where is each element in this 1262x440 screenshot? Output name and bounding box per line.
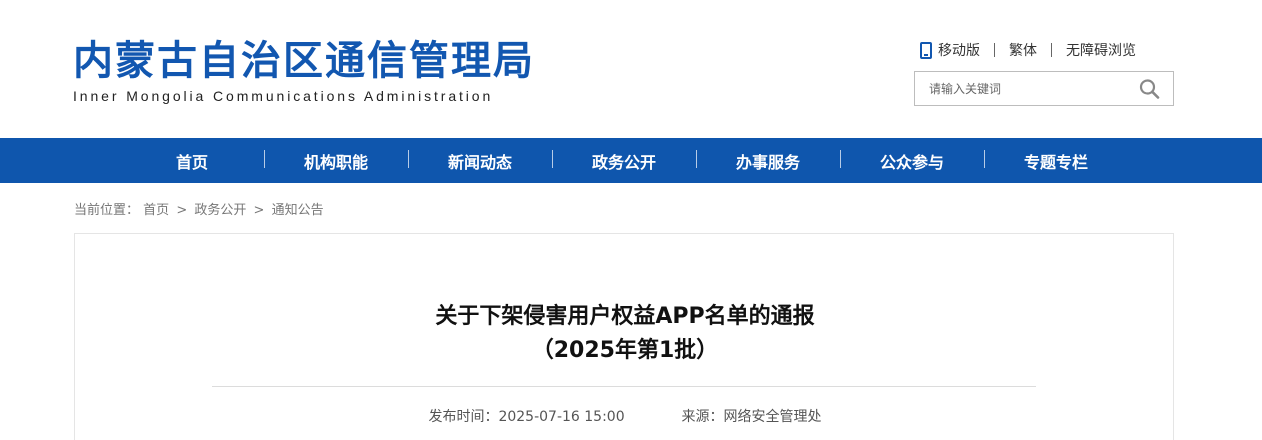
site-title[interactable]: 内蒙古自治区通信管理局 — [73, 36, 535, 86]
article-meta: 发布时间：2025-07-16 15:00 来源：网络安全管理处 — [75, 406, 1175, 426]
header: 内蒙古自治区通信管理局 Inner Mongolia Communication… — [0, 0, 1262, 138]
publish-label: 发布时间： — [428, 409, 499, 425]
main-nav: 首页 机构职能 新闻动态 政务公开 办事服务 公众参与 专题专栏 — [0, 138, 1262, 183]
breadcrumb-home[interactable]: 首页 — [143, 203, 169, 218]
nav-item-functions[interactable]: 机构职能 — [264, 149, 408, 173]
source-value: 网络安全管理处 — [723, 409, 822, 425]
search-icon — [1139, 79, 1160, 99]
divider — [994, 43, 995, 57]
nav-item-services[interactable]: 办事服务 — [696, 149, 840, 173]
top-links: 移动版 繁体 无障碍浏览 — [920, 40, 1136, 60]
nav-item-public[interactable]: 公众参与 — [840, 149, 984, 173]
accessible-browse-link[interactable]: 无障碍浏览 — [1066, 40, 1136, 60]
nav-item-gov-affairs[interactable]: 政务公开 — [552, 149, 696, 173]
breadcrumb-separator: > — [253, 203, 265, 218]
search-box — [914, 71, 1174, 106]
breadcrumb-separator: > — [176, 203, 188, 218]
site-subtitle-en: Inner Mongolia Communications Administra… — [73, 88, 494, 104]
breadcrumb-prefix: 当前位置： — [74, 203, 140, 218]
search-button[interactable] — [1139, 79, 1161, 99]
article-title-line2: （2025年第1批） — [531, 338, 719, 363]
breadcrumb-gov-affairs[interactable]: 政务公开 — [194, 203, 246, 218]
article-panel: 关于下架侵害用户权益APP名单的通报 （2025年第1批） 发布时间：2025-… — [74, 233, 1174, 440]
mobile-version-link[interactable]: 移动版 — [938, 40, 980, 60]
breadcrumb: 当前位置： 首页 > 政务公开 > 通知公告 — [74, 199, 324, 218]
divider — [1051, 43, 1052, 57]
search-input[interactable] — [915, 72, 1125, 105]
mobile-phone-icon — [920, 41, 932, 59]
publish-time: 2025-07-16 15:00 — [498, 409, 625, 425]
article-title: 关于下架侵害用户权益APP名单的通报 （2025年第1批） — [75, 300, 1175, 368]
nav-item-news[interactable]: 新闻动态 — [408, 149, 552, 173]
traditional-chinese-link[interactable]: 繁体 — [1009, 40, 1037, 60]
nav-item-home[interactable]: 首页 — [120, 149, 264, 173]
nav-item-topics[interactable]: 专题专栏 — [984, 149, 1128, 173]
title-divider — [212, 386, 1036, 387]
main-nav-items: 首页 机构职能 新闻动态 政务公开 办事服务 公众参与 专题专栏 — [120, 138, 1128, 183]
source-label: 来源： — [681, 409, 724, 425]
article-title-line1: 关于下架侵害用户权益APP名单的通报 — [435, 304, 815, 329]
breadcrumb-notices[interactable]: 通知公告 — [272, 203, 324, 218]
